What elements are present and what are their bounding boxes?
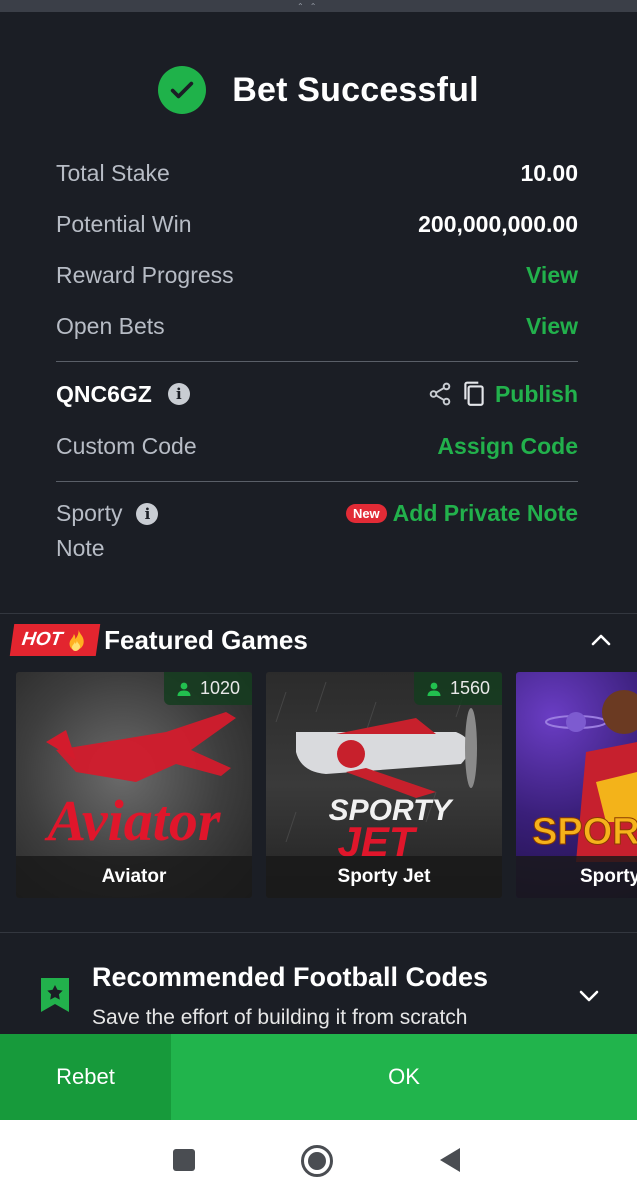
recommended-codes-section[interactable]: Recommended Football Codes Save the effo…: [38, 962, 608, 1032]
potential-win-label: Potential Win: [56, 211, 192, 237]
new-badge: New: [345, 504, 387, 523]
copy-icon[interactable]: [461, 380, 487, 408]
top-drag-strip: ⌃⌃: [0, 0, 637, 12]
game-name: Sporty: [516, 856, 637, 898]
assign-code-link[interactable]: Assign Code: [437, 433, 578, 460]
player-count: 1560: [449, 678, 490, 698]
custom-code-row: Custom Code Assign Code: [56, 433, 578, 460]
divider: [56, 481, 578, 482]
hot-label: HOT: [20, 629, 64, 650]
booking-code-row: QNC6GZ i Publish: [56, 380, 578, 408]
reward-progress-view-link[interactable]: View: [526, 262, 578, 289]
recommended-title: Recommended Football Codes: [92, 962, 489, 992]
custom-code-label: Custom Code: [56, 433, 197, 459]
booking-code-info-icon[interactable]: i: [167, 383, 190, 405]
game-card-sporty-jet[interactable]: SPORTY JET 1560 Sporty Jet: [266, 672, 502, 898]
recommended-subtitle: Save the effort of building it from scra…: [92, 1006, 468, 1029]
home-icon[interactable]: [300, 1144, 334, 1178]
share-icon[interactable]: [427, 381, 453, 407]
player-count-badge: 1560: [413, 672, 502, 705]
ok-button[interactable]: OK: [171, 1034, 637, 1120]
sporty-note-info-icon[interactable]: i: [136, 502, 159, 525]
featured-games-title: Featured Games: [104, 624, 308, 655]
chevron-up-icon[interactable]: [590, 630, 612, 650]
reward-progress-row: Reward Progress View: [56, 262, 578, 289]
game-card-sporty[interactable]: SPORT Sporty: [516, 672, 637, 898]
sporty-art-text: SPORT: [532, 811, 637, 853]
reward-progress-label: Reward Progress: [56, 262, 234, 288]
publish-link[interactable]: Publish: [495, 381, 578, 408]
player-count-badge: 1020: [163, 672, 252, 705]
game-name: Aviator: [16, 856, 252, 898]
booking-code[interactable]: QNC6GZ: [56, 381, 152, 408]
game-name: Sporty Jet: [266, 856, 502, 898]
recents-icon[interactable]: [172, 1148, 196, 1172]
chevron-down-icon[interactable]: [578, 986, 600, 1006]
rebet-button[interactable]: Rebet: [0, 1034, 171, 1120]
back-icon[interactable]: [438, 1147, 462, 1173]
sporty-note-label-line1: Sporty: [56, 500, 123, 526]
page-title: Bet Successful: [232, 70, 479, 109]
hot-badge: HOT: [9, 624, 101, 656]
potential-win-row: Potential Win 200,000,000.00: [56, 211, 578, 238]
total-stake-value: 10.00: [520, 160, 578, 186]
total-stake-label: Total Stake: [56, 160, 170, 186]
android-nav-bar: [0, 1120, 637, 1200]
drag-handle-icon[interactable]: ⌃⌃: [297, 2, 322, 11]
section-divider: [0, 932, 637, 933]
potential-win-value: 200,000,000.00: [418, 211, 578, 237]
success-check-icon: [158, 66, 207, 114]
bookmark-star-icon: [41, 978, 69, 1012]
action-bar: Rebet OK: [0, 1034, 637, 1120]
featured-games-header[interactable]: HOT Featured Games: [9, 620, 612, 660]
sporty-note-label-line2: Note: [56, 535, 105, 561]
user-icon: [177, 682, 191, 696]
divider: [56, 361, 578, 362]
section-divider: [0, 613, 637, 614]
player-count: 1020: [199, 678, 240, 698]
open-bets-row: Open Bets View: [56, 313, 578, 340]
success-header: Bet Successful: [0, 66, 637, 114]
open-bets-label: Open Bets: [56, 313, 165, 339]
aviator-art-text: Aviator: [45, 788, 221, 853]
sporty-note-row: Sporty i Note New Add Private Note: [56, 500, 578, 562]
add-private-note-link[interactable]: Add Private Note: [393, 500, 578, 527]
open-bets-view-link[interactable]: View: [526, 313, 578, 340]
fire-icon: [69, 629, 84, 651]
total-stake-row: Total Stake 10.00: [56, 160, 578, 187]
game-card-aviator[interactable]: Aviator 1020 Aviator: [16, 672, 252, 898]
user-icon: [427, 682, 441, 696]
